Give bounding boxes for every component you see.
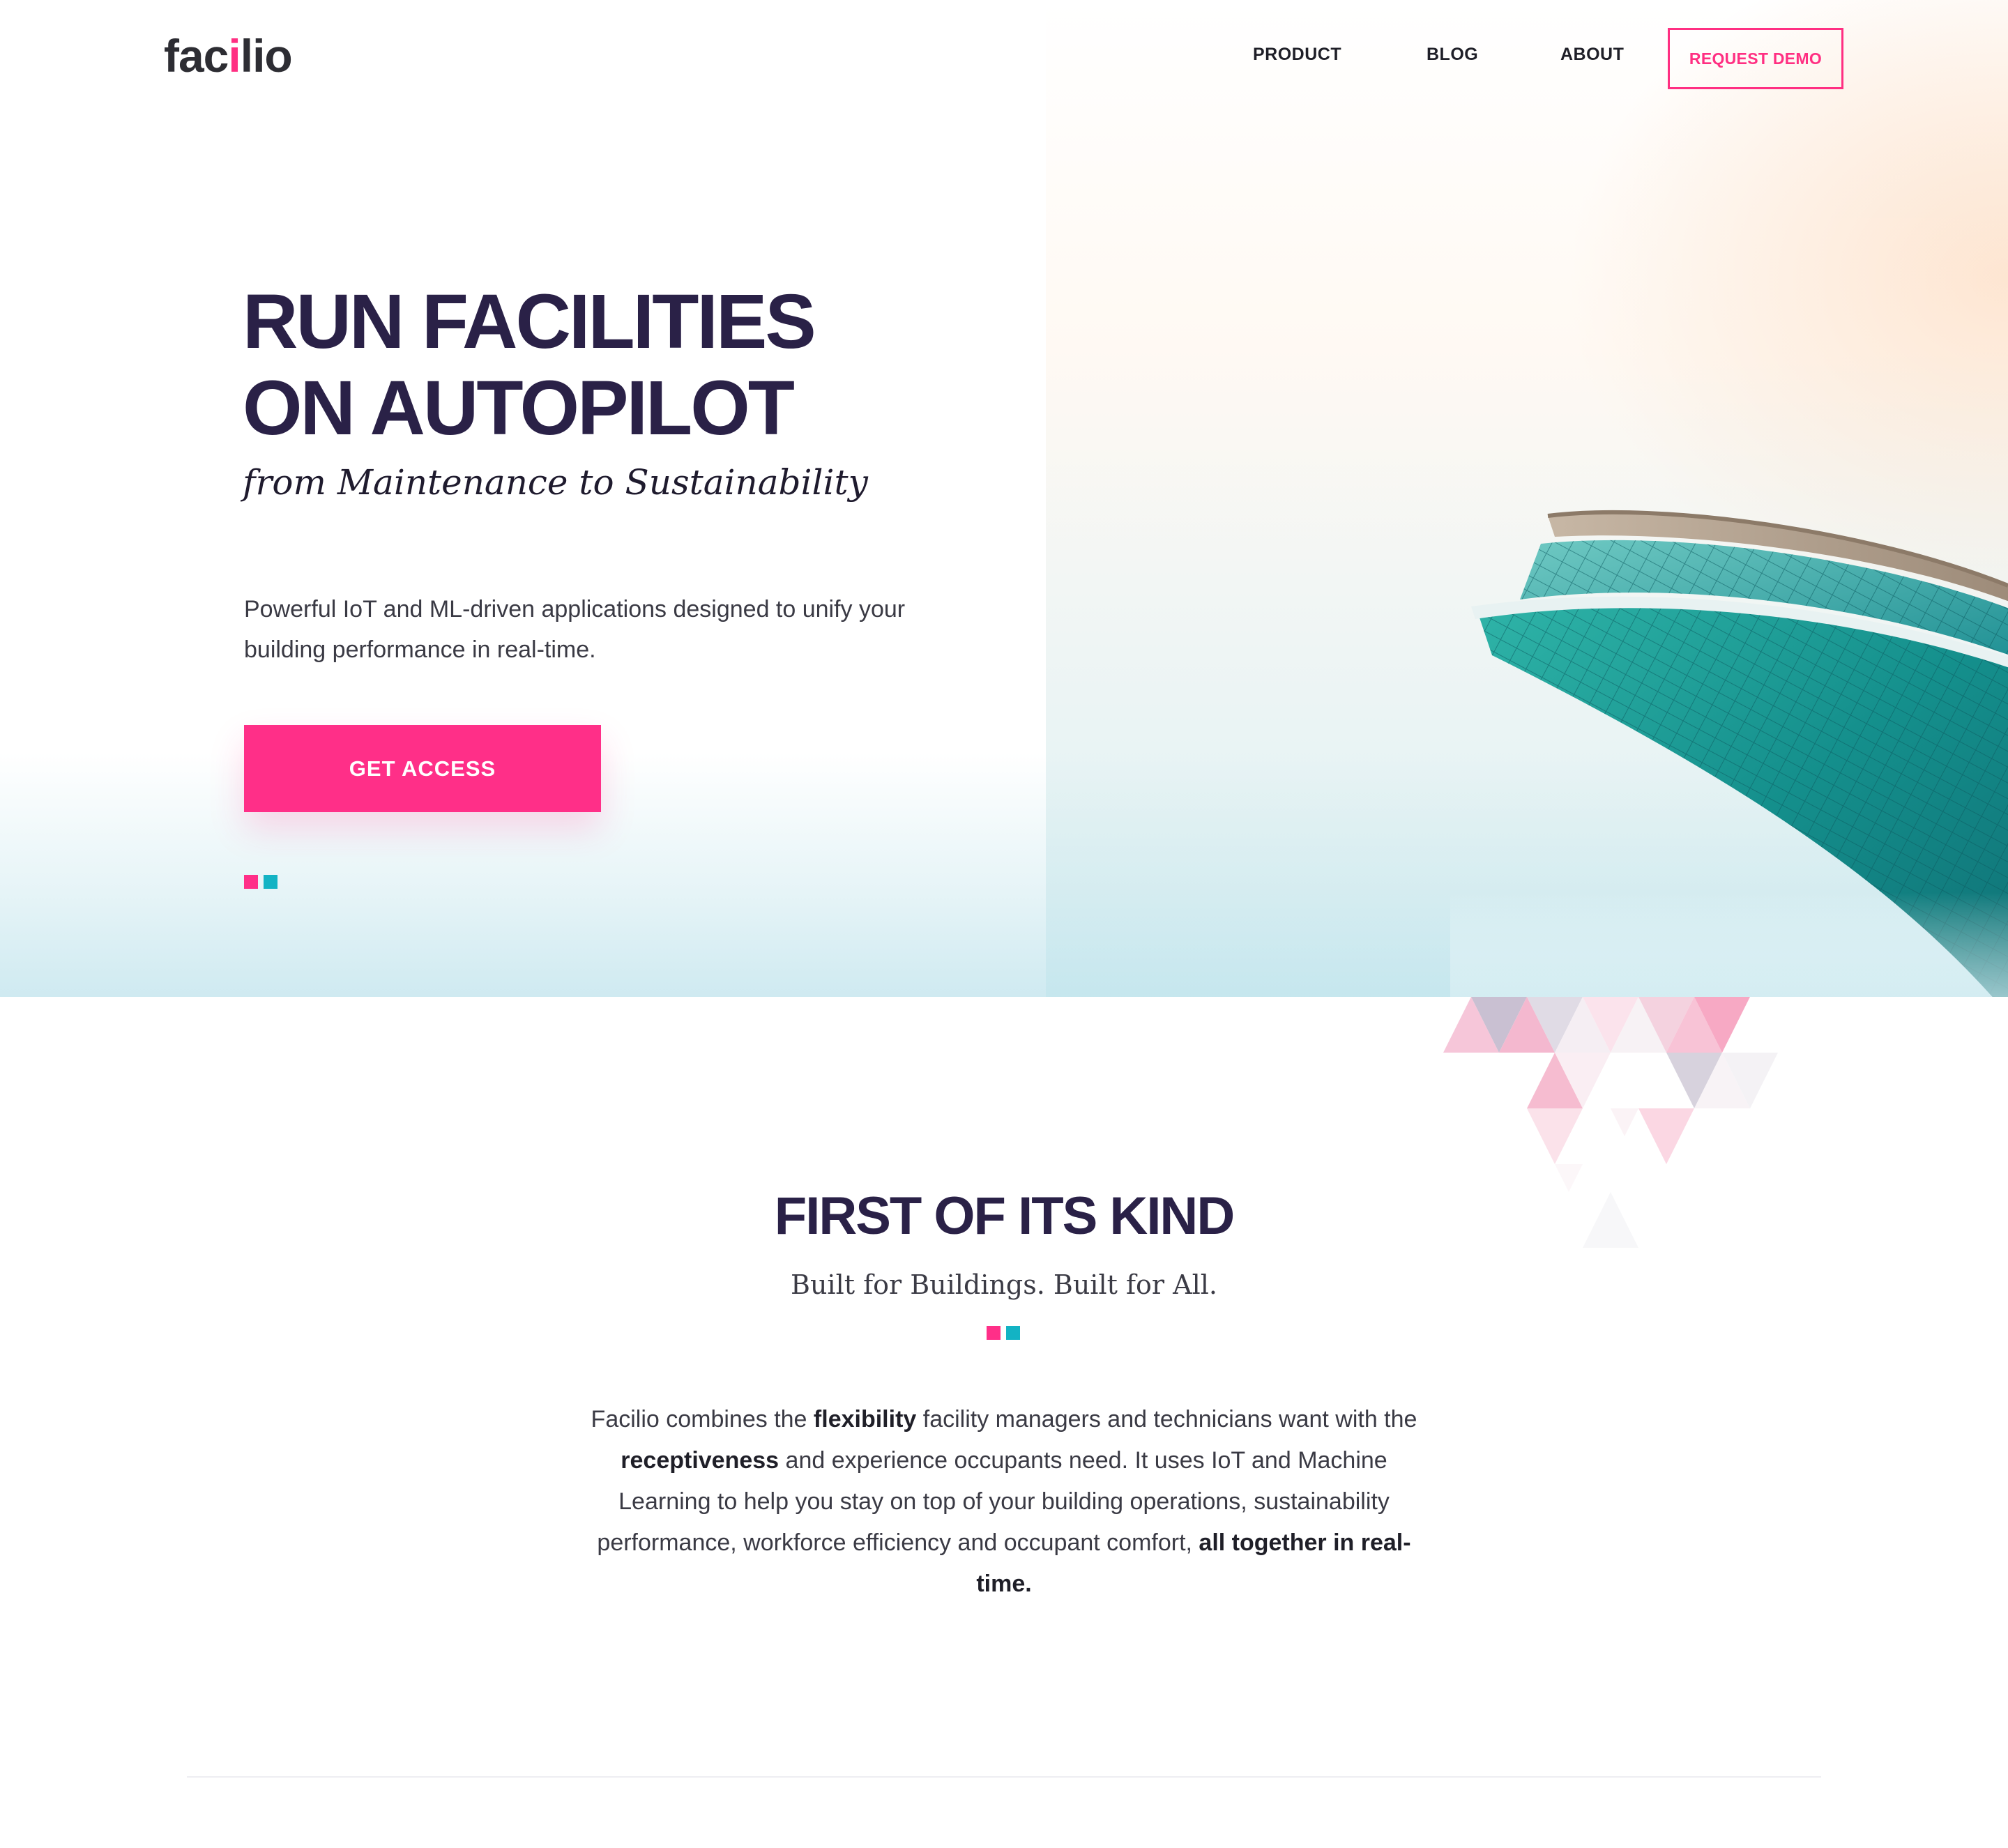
- section-body-text: Facilio combines the flexibility facilit…: [586, 1399, 1422, 1605]
- hero-subtitle: from Maintenance to Sustainability: [243, 462, 868, 503]
- teal-square: [264, 875, 277, 889]
- hero-title: RUN FACILITIES ON AUTOPILOT: [243, 279, 1010, 452]
- body-text-bold: flexibility: [813, 1406, 917, 1433]
- two-squares-icon: [244, 875, 277, 889]
- hero-title-line: ON AUTOPILOT: [243, 365, 795, 451]
- body-text-part: facility managers and technicians want w…: [916, 1406, 1417, 1433]
- nav-product-link[interactable]: PRODUCT: [1253, 40, 1341, 68]
- logo-text-accent: i: [228, 30, 241, 82]
- section-subtitle: Built for Buildings. Built for All.: [791, 1269, 1217, 1300]
- hero-section: facilio PRODUCT BLOG ABOUT REQUEST DEMO …: [0, 0, 2008, 997]
- logo-text-part: lio: [240, 30, 293, 82]
- two-squares-icon: [987, 1326, 1020, 1340]
- request-demo-button[interactable]: REQUEST DEMO: [1668, 28, 1843, 89]
- nav-blog-link[interactable]: BLOG: [1427, 40, 1478, 68]
- site-header: facilio PRODUCT BLOG ABOUT REQUEST DEMO: [0, 0, 2008, 115]
- section-title: FIRST OF ITS KIND: [774, 1186, 1235, 1246]
- facilio-logo[interactable]: facilio: [164, 28, 293, 84]
- hero-description: Powerful IoT and ML-driven applications …: [244, 596, 906, 663]
- hero-title-line: RUN FACILITIES: [243, 279, 816, 365]
- pink-square: [987, 1326, 1001, 1340]
- logo-text-part: fac: [164, 30, 229, 82]
- teal-square: [1006, 1326, 1020, 1340]
- skyscraper-image: [1450, 510, 2008, 997]
- pink-square: [244, 875, 258, 889]
- body-text-bold: receptiveness: [621, 1447, 779, 1474]
- nav-about-link[interactable]: ABOUT: [1560, 40, 1624, 68]
- body-text-part: Facilio combines the: [591, 1406, 814, 1433]
- section-divider: [187, 1776, 1821, 1778]
- get-access-button[interactable]: GET ACCESS: [244, 725, 601, 812]
